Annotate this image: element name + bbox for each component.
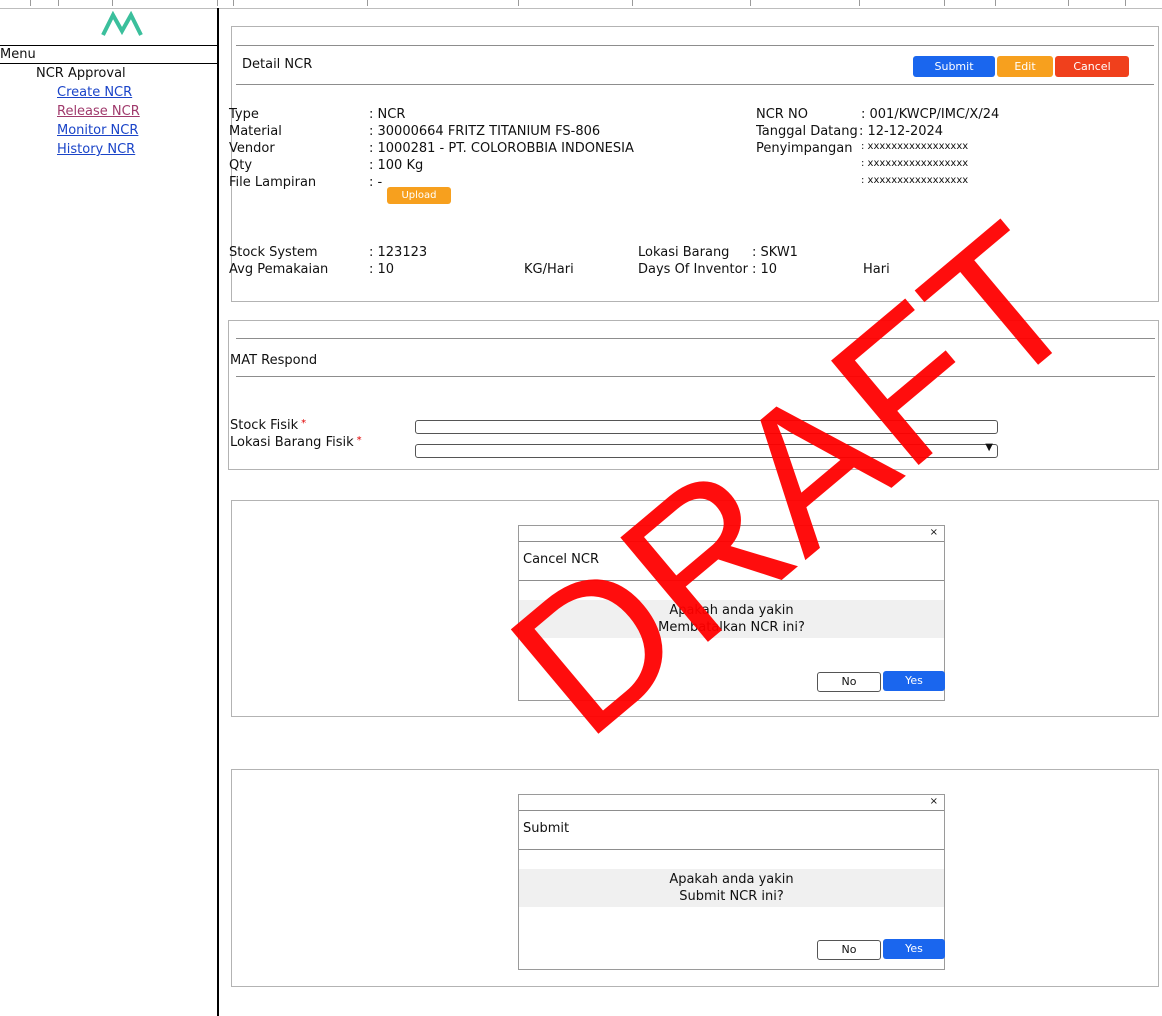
divider xyxy=(236,45,1154,46)
days-of-inventory-value: : 10 xyxy=(752,262,778,277)
divider xyxy=(519,849,944,850)
cancel-dialog-message: Apakah anda yakin Membatalkan NCR ini? xyxy=(519,600,944,638)
avg-pemakaian-unit: KG/Hari xyxy=(524,262,574,277)
menu-title: Menu xyxy=(0,47,36,62)
material-label: Material xyxy=(229,124,282,139)
ncr-no-value: : 001/KWCP/IMC/X/24 xyxy=(861,107,1000,122)
yes-button[interactable]: Yes xyxy=(883,939,945,959)
sidebar: Menu NCR Approval Create NCR Release NCR… xyxy=(0,8,219,1016)
menu-divider xyxy=(0,45,217,46)
mat-respond-panel: MAT Respond Stock Fisik * Lokasi Barang F… xyxy=(228,320,1159,470)
menu-divider xyxy=(0,63,217,64)
sidebar-link-history-ncr[interactable]: History NCR xyxy=(57,142,135,157)
logo-mountain-icon xyxy=(101,11,143,36)
submit-dialog: × Submit Apakah anda yakin Submit NCR in… xyxy=(518,794,945,970)
menu-group-ncr-approval: NCR Approval xyxy=(36,66,126,81)
required-mark: * xyxy=(301,418,307,429)
cancel-button[interactable]: Cancel xyxy=(1055,56,1129,77)
submit-dialog-message: Apakah anda yakin Submit NCR ini? xyxy=(519,869,944,907)
stock-fisik-input[interactable] xyxy=(415,420,998,434)
message-line: Membatalkan NCR ini? xyxy=(658,620,805,635)
submit-dialog-panel: × Submit Apakah anda yakin Submit NCR in… xyxy=(231,769,1159,987)
file-lampiran-value: : - xyxy=(369,175,383,190)
days-of-inventory-label: Days Of Inventor xyxy=(638,262,748,277)
type-label: Type xyxy=(229,107,259,122)
divider xyxy=(519,810,944,811)
tanggal-datang-value: : 12-12-2024 xyxy=(859,124,944,139)
material-value: : 30000664 FRITZ TITANIUM FS-806 xyxy=(369,124,601,139)
penyimpangan-label: Penyimpangan xyxy=(756,141,853,156)
stock-system-value: : 123123 xyxy=(369,245,428,260)
tanggal-datang-label: Tanggal Datang xyxy=(756,124,858,139)
upload-button[interactable]: Upload xyxy=(387,187,451,204)
ncr-no-label: NCR NO xyxy=(756,107,808,122)
vendor-label: Vendor xyxy=(229,141,275,156)
stock-fisik-label: Stock Fisik * xyxy=(230,418,307,433)
avg-pemakaian-value: : 10 xyxy=(369,262,395,277)
sidebar-link-create-ncr[interactable]: Create NCR xyxy=(57,85,132,100)
lokasi-barang-fisik-label: Lokasi Barang Fisik * xyxy=(230,435,362,450)
lokasi-barang-label: Lokasi Barang xyxy=(638,245,730,260)
no-button[interactable]: No xyxy=(817,940,881,960)
cancel-dialog-title: Cancel NCR xyxy=(523,552,600,567)
penyimpangan-value-1: : xxxxxxxxxxxxxxxxx xyxy=(861,141,969,152)
submit-button[interactable]: Submit xyxy=(913,56,995,77)
detail-ncr-panel: Detail NCR Submit Edit Cancel Type : NCR… xyxy=(229,26,1159,302)
sidebar-link-monitor-ncr[interactable]: Monitor NCR xyxy=(57,123,138,138)
cancel-ncr-dialog: × Cancel NCR Apakah anda yakin Membatalk… xyxy=(518,525,945,701)
yes-button[interactable]: Yes xyxy=(883,671,945,691)
avg-pemakaian-label: Avg Pemakaian xyxy=(229,262,329,277)
edit-button[interactable]: Edit xyxy=(997,56,1053,77)
divider xyxy=(519,541,944,542)
penyimpangan-value-3: : xxxxxxxxxxxxxxxxx xyxy=(861,175,969,186)
file-lampiran-label: File Lampiran xyxy=(229,175,317,190)
chevron-down-icon: ▼ xyxy=(985,442,993,453)
cancel-dialog-panel: × Cancel NCR Apakah anda yakin Membatalk… xyxy=(231,500,1159,717)
mat-respond-title: MAT Respond xyxy=(230,353,318,368)
stock-system-label: Stock System xyxy=(229,245,318,260)
divider xyxy=(519,580,944,581)
message-line: Apakah anda yakin xyxy=(669,603,794,618)
qty-label: Qty xyxy=(229,158,253,173)
divider xyxy=(236,84,1154,85)
type-value: : NCR xyxy=(369,107,406,122)
days-of-inventory-unit: Hari xyxy=(863,262,890,277)
penyimpangan-value-2: : xxxxxxxxxxxxxxxxx xyxy=(861,158,969,169)
message-line: Apakah anda yakin xyxy=(669,872,794,887)
close-icon[interactable]: × xyxy=(930,527,938,538)
vendor-value: : 1000281 - PT. COLOROBBIA INDONESIA xyxy=(369,141,634,156)
submit-dialog-title: Submit xyxy=(523,821,570,836)
no-button[interactable]: No xyxy=(817,672,881,692)
detail-ncr-title: Detail NCR xyxy=(242,57,313,72)
divider xyxy=(236,376,1155,377)
lokasi-barang-fisik-select[interactable]: ▼ xyxy=(415,442,998,458)
sidebar-link-release-ncr[interactable]: Release NCR xyxy=(57,104,140,119)
message-line: Submit NCR ini? xyxy=(679,889,784,904)
close-icon[interactable]: × xyxy=(930,796,938,807)
required-mark: * xyxy=(356,435,362,446)
lokasi-barang-value: : SKW1 xyxy=(752,245,798,260)
qty-value: : 100 Kg xyxy=(369,158,424,173)
divider xyxy=(236,338,1155,339)
